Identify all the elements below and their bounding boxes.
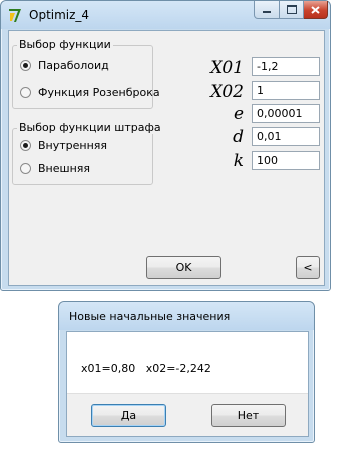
param-label-k: k bbox=[233, 151, 244, 171]
radio-unchecked-icon bbox=[20, 87, 31, 98]
x01-input[interactable] bbox=[252, 57, 320, 76]
radio-rosenbrock-label: Функция Розенброка bbox=[38, 86, 160, 99]
radio-unchecked-icon bbox=[20, 163, 31, 174]
yes-button[interactable]: Да bbox=[91, 404, 166, 427]
e-input[interactable] bbox=[252, 104, 320, 123]
penalty-group-legend: Выбор функции штрафа bbox=[17, 121, 163, 134]
dialog-button-bar: Да Нет bbox=[67, 393, 308, 436]
minimize-icon bbox=[263, 11, 271, 13]
ok-button[interactable]: OK bbox=[146, 256, 221, 279]
radio-paraboloid[interactable]: Параболоид bbox=[20, 59, 109, 72]
maximize-button[interactable] bbox=[280, 1, 304, 19]
message-dialog: Новые начальные значения x01=0,80 x02=-2… bbox=[58, 301, 315, 443]
radio-internal-penalty[interactable]: Внутренняя bbox=[20, 139, 107, 152]
function-group-legend: Выбор функции bbox=[17, 38, 113, 51]
close-button[interactable] bbox=[304, 1, 328, 19]
d-input[interactable] bbox=[252, 127, 320, 146]
param-label-d: d bbox=[233, 127, 244, 147]
maximize-icon bbox=[286, 5, 297, 14]
main-title-bar[interactable]: Optimiz_4 bbox=[1, 1, 330, 29]
param-label-e: e bbox=[233, 104, 244, 124]
back-button[interactable]: < bbox=[296, 256, 320, 279]
minimize-button[interactable] bbox=[254, 1, 280, 19]
dialog-message: x01=0,80 x02=-2,242 bbox=[81, 362, 211, 375]
radio-internal-penalty-label: Внутренняя bbox=[38, 139, 108, 152]
dialog-title: Новые начальные значения bbox=[69, 310, 231, 323]
radio-checked-icon bbox=[20, 60, 31, 71]
close-icon bbox=[311, 5, 320, 14]
radio-rosenbrock[interactable]: Функция Розенброка bbox=[20, 86, 160, 99]
radio-checked-icon bbox=[20, 140, 31, 151]
radio-external-penalty[interactable]: Внешняя bbox=[20, 162, 90, 175]
radio-paraboloid-label: Параболоид bbox=[38, 59, 109, 72]
app-icon bbox=[7, 7, 23, 23]
main-window: Optimiz_4 Выбор функции Параболоид Функц… bbox=[0, 0, 331, 291]
main-client-area: Выбор функции Параболоид Функция Розенбр… bbox=[8, 30, 325, 286]
function-groupbox: Выбор функции Параболоид Функция Розенбр… bbox=[12, 38, 160, 109]
penalty-groupbox: Выбор функции штрафа Внутренняя Внешняя bbox=[12, 121, 163, 185]
no-button[interactable]: Нет bbox=[211, 404, 286, 427]
dialog-title-bar[interactable]: Новые начальные значения bbox=[59, 302, 314, 330]
radio-external-penalty-label: Внешняя bbox=[38, 162, 90, 175]
param-label-x01: X01 bbox=[210, 58, 244, 78]
x02-input[interactable] bbox=[252, 81, 320, 100]
main-window-title: Optimiz_4 bbox=[29, 8, 90, 22]
param-label-x02: X02 bbox=[210, 82, 244, 102]
dialog-client-area: x01=0,80 x02=-2,242 Да Нет bbox=[66, 331, 309, 437]
k-input[interactable] bbox=[252, 151, 320, 170]
